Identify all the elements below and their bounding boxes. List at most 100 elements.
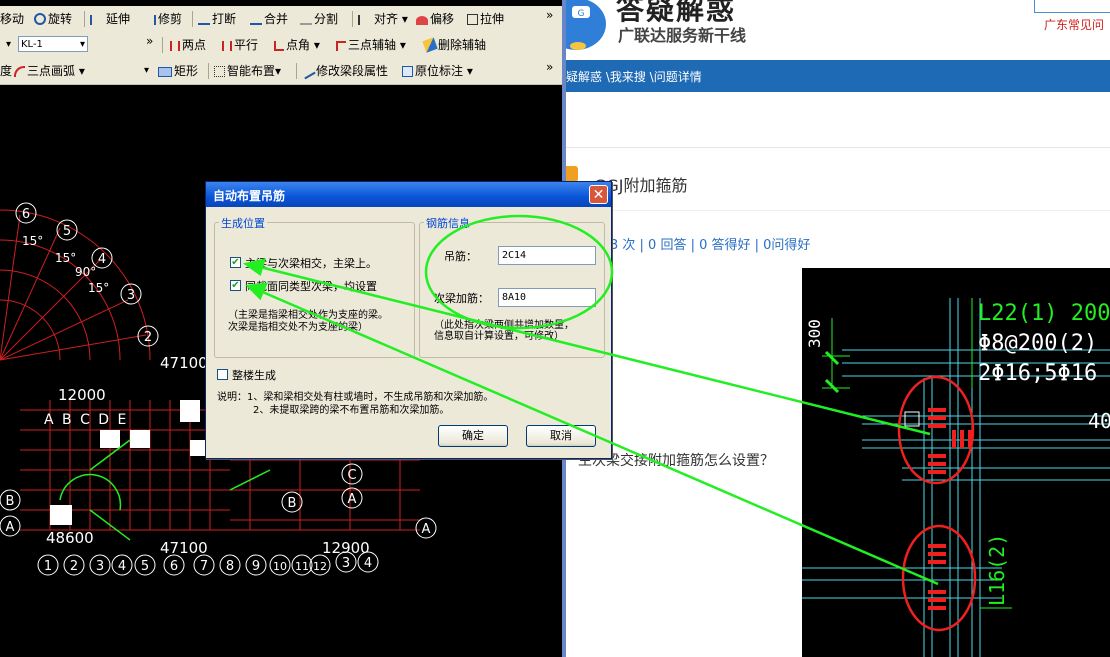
- partial-label: 度: [0, 64, 13, 78]
- trim-icon: [142, 15, 156, 25]
- toolbar-overflow-chevron[interactable]: »: [546, 58, 553, 76]
- grid-ray: [0, 299, 129, 361]
- toolbar-row-2: ▾ KL-1 ▾ » 两点 平行 点角 ▾ 三点辅轴 ▾ 删除辅轴: [0, 32, 562, 59]
- checkbox-same-section[interactable]: ✔: [230, 280, 241, 291]
- trim-label: 修剪: [158, 12, 183, 26]
- axis-label: 9: [252, 559, 260, 574]
- rectangle-label: 矩形: [174, 64, 199, 78]
- delete-axis-button[interactable]: 删除辅轴: [422, 36, 487, 54]
- option-main-beam-label: 主梁与次梁相交，主梁上。: [245, 257, 377, 270]
- two-points-icon: [170, 41, 180, 51]
- checkbox-main-beam[interactable]: ✔: [230, 257, 241, 268]
- two-points-label: 两点: [182, 38, 207, 52]
- dimension-label: 12000: [58, 386, 106, 404]
- close-icon[interactable]: ✕: [589, 185, 608, 204]
- axis-label: 2: [144, 330, 152, 345]
- toolbar-overflow-chevron[interactable]: »: [146, 32, 153, 50]
- checkbox-whole-floor[interactable]: [217, 369, 228, 380]
- toolbar-row-1: 移动 旋转 延伸 修剪 打断 合并 分割 对齐 ▾ 偏移 拉伸 »: [0, 6, 562, 33]
- hanger-input[interactable]: 2C14: [498, 246, 596, 265]
- hanger-label: 吊筋：: [444, 250, 477, 263]
- axis-label: 4: [98, 252, 106, 267]
- dimension-label: 12900: [322, 539, 370, 557]
- axis-label: A: [348, 492, 357, 507]
- separator: [84, 11, 85, 27]
- drawing-label: Φ8@200(2): [978, 331, 1097, 356]
- separator: [296, 63, 297, 79]
- axis-label: A: [422, 522, 431, 537]
- nav-bar: 疑解惑 \我来搜 \问题详情: [566, 60, 1110, 92]
- axis-label: 6: [22, 207, 30, 222]
- web-page: G 答疑解惑 广联达服务新干线 广东常见问 疑解惑 \我来搜 \问题详情 GGJ…: [566, 0, 1110, 657]
- in-situ-label-dropdown[interactable]: 原位标注 ▾: [402, 62, 473, 80]
- axis-label: 10: [273, 560, 287, 573]
- point-angle-dropdown[interactable]: 点角 ▾: [274, 36, 320, 54]
- move-button[interactable]: 移动: [0, 10, 24, 28]
- site-slogan: 广联达服务新干线: [618, 26, 747, 45]
- merge-button[interactable]: 合并: [250, 10, 288, 28]
- extend-button[interactable]: 延伸: [90, 10, 130, 28]
- merge-label: 合并: [264, 12, 289, 26]
- three-point-axis-button[interactable]: 三点辅轴 ▾: [336, 36, 406, 54]
- dimension-label: 48600: [46, 529, 94, 547]
- toolbar-overflow-chevron[interactable]: »: [546, 6, 553, 24]
- three-point-arc-label: 三点画弧: [27, 64, 76, 78]
- search-box[interactable]: [1034, 0, 1110, 13]
- chevron-down-icon[interactable]: ▾: [144, 62, 149, 80]
- svg-text:G: G: [578, 9, 585, 19]
- modify-span-attr-button[interactable]: 修改梁段属性: [300, 62, 389, 80]
- dialog-title-bar[interactable]: 自动布置吊筋 ✕: [206, 182, 611, 207]
- axis-label: 6: [170, 559, 178, 574]
- axis-label: B: [6, 494, 15, 509]
- mascot-logo-icon: G: [566, 0, 606, 50]
- extend-icon: [90, 15, 104, 25]
- two-points-button[interactable]: 两点: [170, 36, 206, 54]
- align-dropdown[interactable]: 对齐 ▾: [358, 10, 408, 28]
- rotate-button[interactable]: 旋转: [34, 10, 72, 28]
- axis-label: 3: [96, 559, 104, 574]
- smart-layout-icon: [214, 66, 225, 77]
- delete-axis-label: 删除辅轴: [438, 38, 487, 52]
- drawing-label: L16(2): [985, 534, 1009, 606]
- grid-letters: A B C D E: [44, 412, 128, 428]
- rectangle-icon: [158, 67, 172, 77]
- cancel-button[interactable]: 取消: [526, 425, 596, 447]
- axis-label: 5: [141, 559, 149, 574]
- ok-button[interactable]: 确定: [438, 425, 508, 447]
- rebar-detail-image[interactable]: L22(1) 200 Φ8@200(2) 2Φ16;5Φ16 40 300 L1…: [802, 268, 1110, 657]
- explain-line-2: 2、未提取梁跨的梁不布置吊筋和次梁加筋。: [253, 405, 450, 416]
- parallel-button[interactable]: 平行: [222, 36, 258, 54]
- align-icon: [358, 15, 372, 25]
- region-link[interactable]: 广东常见问: [1044, 16, 1104, 33]
- drawing-label: L22(1) 200: [978, 301, 1110, 326]
- three-point-axis-icon: [336, 41, 346, 51]
- divider: [566, 210, 1110, 211]
- split-button[interactable]: 分割: [300, 10, 338, 28]
- drawing-label: 40: [1088, 409, 1110, 433]
- point-angle-label: 点角: [286, 38, 311, 52]
- break-button[interactable]: 打断: [198, 10, 236, 28]
- angle-label: 90°: [75, 265, 96, 279]
- beam-type-select[interactable]: KL-1 ▾: [18, 36, 88, 52]
- extend-label: 延伸: [106, 12, 131, 26]
- three-point-arc-dropdown[interactable]: 三点画弧 ▾: [14, 62, 85, 80]
- axis-label: 3: [127, 288, 135, 303]
- stretch-button[interactable]: 拉伸: [467, 10, 504, 28]
- breadcrumb[interactable]: 疑解惑 \我来搜 \问题详情: [566, 68, 702, 85]
- question-stats: 3 次 | 0 回答 | 0 答得好 | 0问得好: [610, 238, 811, 253]
- axis-label: 4: [118, 559, 126, 574]
- auto-hanger-dialog: 自动布置吊筋 ✕ 生成位置 ✔ 主梁与次梁相交，主梁上。 ✔ 同截面同类型次梁，…: [205, 181, 612, 459]
- axis-label: 8: [226, 559, 234, 574]
- smart-layout-dropdown[interactable]: 智能布置▾: [214, 62, 281, 80]
- merge-icon: [250, 15, 262, 25]
- stirrup-label: 次梁加筋：: [434, 292, 489, 305]
- rotate-icon: [34, 13, 46, 25]
- axis-label: 3: [342, 556, 350, 571]
- parallel-label: 平行: [234, 38, 259, 52]
- trim-button[interactable]: 修剪: [142, 10, 182, 28]
- offset-button[interactable]: 偏移: [416, 10, 454, 28]
- axis-label: 2: [70, 559, 78, 574]
- modify-span-attr-label: 修改梁段属性: [316, 64, 389, 78]
- rectangle-button[interactable]: 矩形: [158, 62, 198, 80]
- stirrup-input[interactable]: 8A10: [498, 288, 596, 307]
